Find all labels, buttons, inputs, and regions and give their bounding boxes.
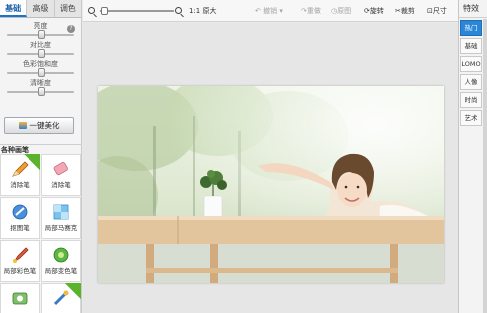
reset-label: 原图	[337, 7, 352, 15]
brush-item-cutout[interactable]: 抠图笔	[0, 197, 40, 239]
beautify-label: 一键美化	[29, 121, 60, 130]
brush-item-color-change[interactable]: 局部变色笔	[41, 240, 81, 282]
slider-thumb[interactable]	[37, 30, 45, 39]
resize-button[interactable]: ⊡尺寸	[427, 0, 447, 22]
crop-label: 裁剪	[400, 7, 415, 15]
zoom-slider-track[interactable]	[100, 10, 174, 12]
rotate-label: 旋转	[369, 7, 384, 15]
mosaic-icon	[50, 202, 72, 222]
tab-effects-fashion[interactable]: 时尚	[460, 92, 482, 108]
effects-panel: 特效 热门 基础 LOMO 人像 时尚 艺术	[458, 0, 487, 313]
tab-effects-portrait[interactable]: 人像	[460, 74, 482, 90]
adjust-sliders: ? 亮度 对比度 色彩饱和度 清晰度	[0, 18, 81, 98]
cutout-brush-icon	[9, 202, 31, 222]
tab-advanced[interactable]: 高级	[27, 0, 55, 17]
one-click-beautify-button[interactable]: 一键美化	[4, 117, 74, 134]
tab-effects-art[interactable]: 艺术	[460, 110, 482, 126]
tab-effects-lomo[interactable]: LOMO	[460, 56, 482, 72]
brush-item-mosaic[interactable]: 局部马赛克	[41, 197, 81, 239]
brush-label: 消除笔	[51, 181, 71, 189]
zoom-in-button[interactable]	[175, 0, 182, 22]
resize-label: 尺寸	[432, 7, 447, 15]
brush-label: 局部彩色笔	[3, 267, 37, 275]
actual-size-button[interactable]: 1:1 原大	[189, 0, 217, 22]
brush-item-pencil[interactable]: 消除笔	[0, 154, 40, 196]
crop-button[interactable]: ✂裁剪	[395, 0, 415, 22]
top-toolbar: 1:1 原大 ↶ 撤销 ▾ ↷重做 ◷原图 ⟳旋转 ✂裁剪 ⊡尺寸	[83, 0, 458, 22]
slider-thumb[interactable]	[37, 87, 45, 96]
beautify-icon	[18, 122, 27, 129]
undo-label: 撤销	[263, 7, 278, 15]
canvas-area[interactable]	[83, 23, 458, 313]
undo-icon: ↶	[255, 7, 261, 15]
brush-item-magic[interactable]	[41, 283, 81, 313]
effects-scrollbar[interactable]	[483, 19, 487, 313]
brush-label: 消除笔	[10, 181, 30, 189]
chevron-down-icon: ▾	[279, 7, 283, 15]
tab-effects-hot[interactable]: 热门	[460, 20, 482, 36]
color-brush-icon	[9, 245, 31, 265]
zoom-in-icon	[175, 7, 182, 14]
redo-button[interactable]: ↷重做	[301, 0, 321, 22]
brush-item-camera[interactable]	[0, 283, 40, 313]
saturation-slider[interactable]: 色彩饱和度	[3, 60, 78, 79]
redo-label: 重做	[306, 7, 321, 15]
rotate-button[interactable]: ⟳旋转	[364, 0, 384, 22]
undo-button[interactable]: ↶ 撤销 ▾	[255, 0, 283, 22]
brush-label: 局部马赛克	[44, 224, 78, 232]
brush-section-title: 各种画笔	[0, 144, 82, 154]
magic-brush-icon	[50, 288, 72, 308]
reset-button[interactable]: ◷原图	[331, 0, 351, 22]
edited-photo[interactable]	[98, 86, 444, 283]
tab-effects-basic[interactable]: 基础	[460, 38, 482, 54]
contrast-slider[interactable]: 对比度	[3, 41, 78, 60]
tab-basic[interactable]: 基础	[0, 0, 28, 17]
left-panel-tabs: 基础 高级 调色	[0, 0, 81, 18]
brush-item-eraser[interactable]: 消除笔	[41, 154, 81, 196]
zoom-out-icon	[88, 7, 95, 14]
pencil-icon	[9, 159, 31, 179]
zoom-out-button[interactable]	[88, 0, 95, 22]
slider-thumb[interactable]	[37, 49, 45, 58]
brush-label: 抠图笔	[10, 224, 30, 232]
slider-thumb[interactable]	[37, 68, 45, 77]
brightness-slider[interactable]: 亮度	[3, 22, 78, 41]
tab-color-adjust[interactable]: 调色	[55, 0, 81, 17]
brush-item-color[interactable]: 局部彩色笔	[0, 240, 40, 282]
color-change-icon	[50, 245, 72, 265]
brush-label: 局部变色笔	[44, 267, 78, 275]
effects-title: 特效	[459, 0, 487, 18]
zoom-slider-thumb[interactable]	[100, 7, 108, 15]
eraser-icon	[50, 159, 72, 179]
photo-image	[98, 86, 444, 283]
sharpness-slider[interactable]: 清晰度	[3, 79, 78, 98]
left-panel: 基础 高级 调色 ? 亮度 对比度 色彩饱和度 清晰度 一键美化 各种画笔 消除…	[0, 0, 82, 313]
camera-brush-icon	[9, 288, 31, 308]
